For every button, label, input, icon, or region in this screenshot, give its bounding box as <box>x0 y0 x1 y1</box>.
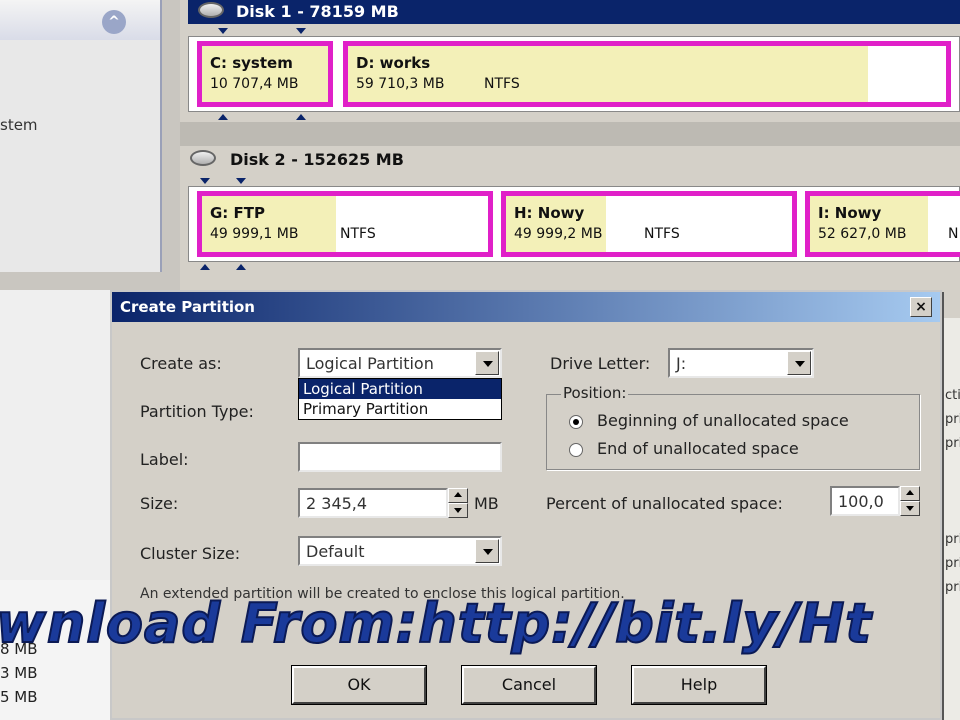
cluster-size-select[interactable]: Default <box>298 536 502 566</box>
position-legend: Position: <box>561 384 629 402</box>
disk-map: Disk 1 - 78159 MB C: system 10 707,4 MB … <box>180 0 960 290</box>
partition-name: C: system <box>210 54 293 72</box>
help-button[interactable]: Help <box>631 665 767 705</box>
partition-marker <box>218 28 228 34</box>
partition-fs: N <box>948 226 959 242</box>
partition-name: D: works <box>356 54 431 72</box>
create-as-dropdown-list[interactable]: Logical Partition Primary Partition <box>298 378 502 420</box>
disk2-title: Disk 2 - 152625 MB <box>230 150 404 169</box>
partition-type-label: Partition Type: <box>140 402 254 421</box>
partition-fs: NTFS <box>340 226 376 242</box>
left-panel-header: ^ <box>0 0 160 40</box>
partition-g[interactable]: G: FTP 49 999,1 MB NTFS <box>197 191 493 257</box>
dropdown-option-logical[interactable]: Logical Partition <box>299 379 501 399</box>
watermark-banner: wnload From:http://bit.ly/Ht <box>0 591 873 656</box>
partition-name: I: Nowy <box>818 204 882 222</box>
dialog-titlebar[interactable]: Create Partition × <box>112 292 940 322</box>
left-panel-text: stem <box>0 116 38 134</box>
ok-button[interactable]: OK <box>291 665 427 705</box>
chevron-down-icon[interactable] <box>475 351 499 375</box>
size-value: 2 345,4 <box>306 494 368 513</box>
label-input[interactable] <box>298 442 502 472</box>
close-button[interactable]: × <box>910 297 932 317</box>
partition-marker <box>200 264 210 270</box>
partition-marker <box>236 178 246 184</box>
partition-size: 10 707,4 MB <box>210 76 299 92</box>
disk-separator <box>180 122 960 146</box>
label-label: Label: <box>140 450 189 469</box>
collapse-icon[interactable]: ^ <box>102 10 126 34</box>
partition-fs: NTFS <box>644 226 680 242</box>
percent-spin-down[interactable] <box>900 501 920 516</box>
drive-letter-select[interactable]: J: <box>668 348 814 378</box>
radio-end-label[interactable]: End of unallocated space <box>597 439 799 458</box>
dropdown-option-primary[interactable]: Primary Partition <box>299 399 501 419</box>
list-item: pri <box>945 532 960 547</box>
partition-fs: NTFS <box>484 76 520 92</box>
partition-size: 52 627,0 MB <box>818 226 907 242</box>
partition-h[interactable]: H: Nowy 49 999,2 MB NTFS <box>501 191 797 257</box>
list-item: pri <box>945 436 960 451</box>
partition-size: 49 999,1 MB <box>210 226 299 242</box>
size-spin-up[interactable] <box>448 488 468 503</box>
partition-marker <box>218 114 228 120</box>
partition-d[interactable]: D: works 59 710,3 MB NTFS <box>343 41 951 107</box>
left-panel-middle <box>0 290 118 590</box>
partition-marker <box>200 178 210 184</box>
size-input[interactable]: 2 345,4 <box>298 488 448 518</box>
drive-letter-label: Drive Letter: <box>550 354 651 373</box>
disk-icon <box>190 150 216 166</box>
percent-label: Percent of unallocated space: <box>546 494 783 513</box>
partition-name: H: Nowy <box>514 204 585 222</box>
dialog-title: Create Partition <box>120 298 255 316</box>
size-spin-down[interactable] <box>448 503 468 518</box>
partition-marker <box>296 28 306 34</box>
partition-size: 49 999,2 MB <box>514 226 603 242</box>
disk2-strip: G: FTP 49 999,1 MB NTFS H: Nowy 49 999,2… <box>188 186 960 262</box>
list-item: 5 MB <box>0 688 38 706</box>
partition-size: 59 710,3 MB <box>356 76 445 92</box>
cluster-size-value: Default <box>306 542 365 561</box>
partition-i[interactable]: I: Nowy 52 627,0 MB N <box>805 191 960 257</box>
percent-value: 100,0 <box>838 492 884 511</box>
radio-beginning[interactable] <box>569 415 583 429</box>
list-item: pri <box>945 580 960 595</box>
create-as-label: Create as: <box>140 354 222 373</box>
create-partition-dialog: Create Partition × Create as: Logical Pa… <box>110 290 942 720</box>
disk1-header: Disk 1 - 78159 MB <box>188 0 960 24</box>
left-panel-top: ^ stem <box>0 0 162 272</box>
partition-name: G: FTP <box>210 204 266 222</box>
disk1-title: Disk 1 - 78159 MB <box>236 2 399 21</box>
drive-letter-value: J: <box>676 354 687 373</box>
cancel-button[interactable]: Cancel <box>461 665 597 705</box>
list-item: pri <box>945 556 960 571</box>
create-as-select[interactable]: Logical Partition <box>298 348 502 378</box>
list-item: pri <box>945 412 960 427</box>
list-item: 3 MB <box>0 664 38 682</box>
percent-spin-up[interactable] <box>900 486 920 501</box>
create-as-value: Logical Partition <box>306 354 434 373</box>
partition-c[interactable]: C: system 10 707,4 MB <box>197 41 333 107</box>
partition-marker <box>296 114 306 120</box>
size-label: Size: <box>140 494 179 513</box>
cluster-size-label: Cluster Size: <box>140 544 241 563</box>
partition-marker <box>236 264 246 270</box>
disk1-strip: C: system 10 707,4 MB D: works 59 710,3 … <box>188 36 960 112</box>
position-group: Position: Beginning of unallocated space… <box>546 384 920 470</box>
disk-icon <box>198 2 224 18</box>
size-unit: MB <box>474 494 499 513</box>
chevron-down-icon[interactable] <box>787 351 811 375</box>
percent-input[interactable]: 100,0 <box>830 486 900 516</box>
list-item: cti <box>945 388 960 403</box>
radio-beginning-label[interactable]: Beginning of unallocated space <box>597 411 849 430</box>
radio-end[interactable] <box>569 443 583 457</box>
chevron-down-icon[interactable] <box>475 539 499 563</box>
